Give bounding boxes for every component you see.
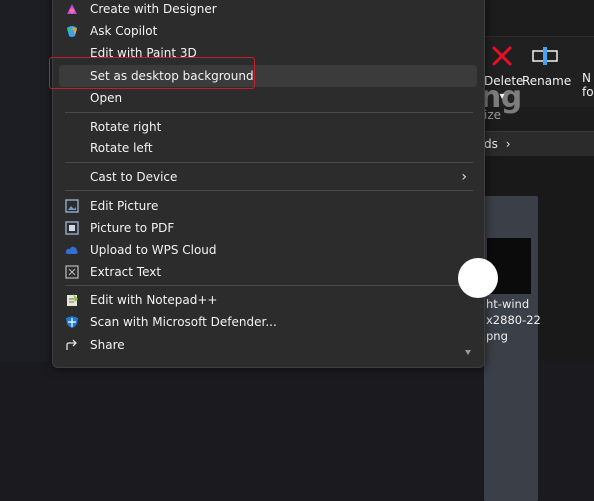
more-label-line1: N (582, 71, 591, 85)
file-explorer-window: Delete ▾ Rename N fo ize ds › ht-wind x2… (484, 0, 594, 501)
menu-separator (65, 190, 473, 191)
submenu-chevron-icon: › (461, 169, 467, 185)
breadcrumb-separator-icon: › (505, 137, 511, 151)
pdf-icon (65, 221, 79, 235)
menu-item-label: Rotate left (90, 141, 153, 155)
edit-picture-icon (65, 199, 79, 213)
menu-item-label: Cast to Device (90, 170, 178, 184)
breadcrumb-text: ds (484, 137, 498, 151)
wps-cloud-icon (65, 246, 78, 254)
breadcrumb[interactable]: ds › (484, 131, 594, 157)
file-name-line: png (486, 329, 508, 343)
extract-text-icon (65, 265, 79, 279)
menu-item-edit-with-notepad-plus-plus[interactable]: Edit with Notepad++ (59, 289, 477, 311)
menu-item-picture-to-pdf[interactable]: Picture to PDF (59, 217, 477, 239)
context-menu: Create with Designer Ask Copilot Edit wi… (52, 0, 485, 368)
menu-separator (65, 285, 473, 286)
file-name: ht-wind x2880-22 png (486, 296, 541, 344)
defender-icon (66, 316, 78, 328)
menu-item-scan-with-microsoft-defender[interactable]: Scan with Microsoft Defender... (59, 311, 477, 333)
menu-item-share[interactable]: Share (59, 334, 477, 356)
annotation-highlight-box (49, 57, 255, 89)
file-name-line: x2880-22 (486, 313, 541, 327)
file-item-selected[interactable]: ht-wind x2880-22 png (484, 196, 541, 501)
file-name-line: ht-wind (486, 297, 530, 311)
menu-item-label: Edit Picture (90, 199, 159, 213)
more-button[interactable]: N fo (582, 43, 594, 99)
menu-item-upload-to-wps-cloud[interactable]: Upload to WPS Cloud (59, 239, 477, 261)
menu-item-label: Share (90, 338, 125, 352)
menu-item-rotate-right[interactable]: Rotate right (59, 116, 477, 138)
menu-item-label: Edit with Notepad++ (90, 293, 218, 307)
touch-cursor-icon (458, 258, 498, 298)
menu-item-create-with-designer[interactable]: Create with Designer (59, 0, 477, 20)
designer-icon (67, 4, 77, 14)
menu-item-label: Ask Copilot (90, 24, 158, 38)
menu-item-rotate-left[interactable]: Rotate left (59, 137, 477, 159)
file-list: ht-wind x2880-22 png (484, 156, 594, 501)
menu-item-label: Extract Text (90, 265, 162, 279)
menu-item-label: Rotate right (90, 120, 162, 134)
menu-item-label: Open (90, 91, 123, 105)
menu-item-extract-text[interactable]: Extract Text (59, 261, 477, 283)
more-label-line2: fo (582, 85, 594, 99)
menu-item-cast-to-device[interactable]: Cast to Device › (59, 166, 477, 188)
rename-button[interactable]: Rename (522, 43, 572, 88)
rename-label: Rename (522, 74, 572, 88)
menu-item-label: Create with Designer (90, 2, 217, 16)
share-icon (66, 339, 77, 350)
notepad-plus-plus-icon (67, 294, 78, 306)
menu-item-label: Upload to WPS Cloud (90, 243, 217, 257)
menu-separator (65, 112, 473, 113)
rename-icon (532, 47, 558, 65)
menu-scroll-down-icon[interactable] (465, 350, 471, 355)
menu-separator (65, 162, 473, 163)
delete-icon (492, 46, 512, 66)
menu-item-ask-copilot[interactable]: Ask Copilot (59, 20, 477, 42)
menu-item-label: Scan with Microsoft Defender... (90, 315, 277, 329)
menu-item-label: Picture to PDF (90, 221, 175, 235)
menu-item-open[interactable]: Open (59, 87, 477, 109)
copilot-icon (67, 26, 77, 37)
menu-item-edit-picture[interactable]: Edit Picture (59, 195, 477, 217)
